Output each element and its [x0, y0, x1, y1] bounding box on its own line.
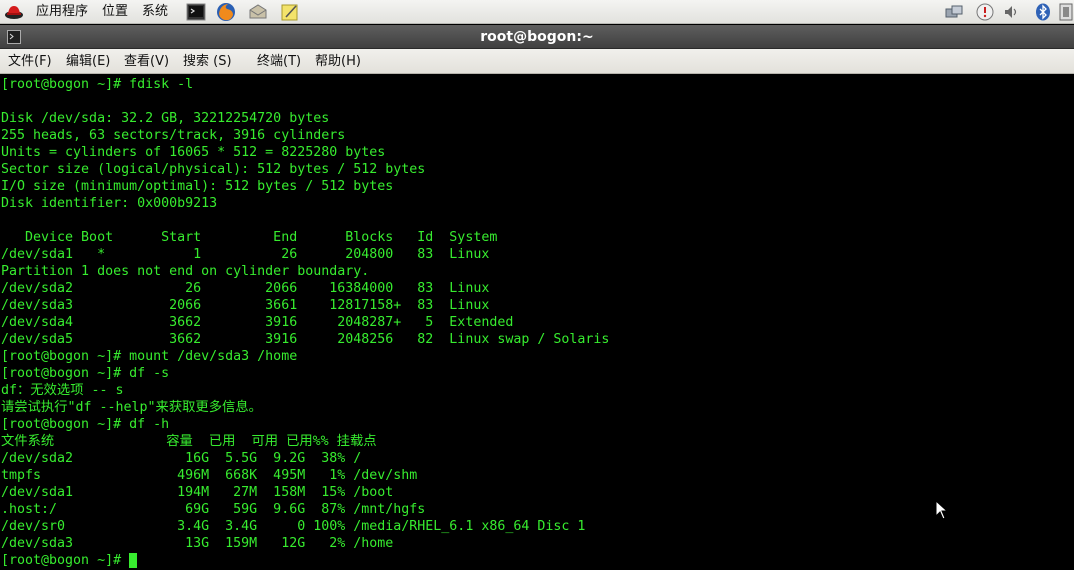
- mouse-pointer-icon: [935, 500, 949, 520]
- terminal-line: tmpfs 496M 668K 495M 1% /dev/shm: [1, 468, 418, 483]
- notes-icon[interactable]: [280, 2, 300, 22]
- terminal-output[interactable]: [root@bogon ~]# fdisk -l Disk /dev/sda: …: [0, 75, 1074, 570]
- window-title: root@bogon:~: [480, 29, 594, 45]
- terminal-line: Units = cylinders of 16065 * 512 = 82252…: [1, 145, 386, 160]
- menu-file[interactable]: 文件(F): [8, 49, 52, 74]
- window-titlebar[interactable]: root@bogon:~: [0, 25, 1074, 49]
- terminal-line: /dev/sda1 * 1 26 204800 83 Linux: [1, 247, 490, 262]
- terminal-line: /dev/sda1 194M 27M 158M 15% /boot: [1, 485, 394, 500]
- terminal-line: Disk identifier: 0x000b9213: [1, 196, 218, 211]
- system-menu[interactable]: 系统: [142, 0, 168, 24]
- mail-icon[interactable]: [248, 2, 268, 22]
- terminal-line: [root@bogon ~]# df -s: [1, 366, 170, 381]
- menubar: 文件(F) 编辑(E) 查看(V) 搜索 (S) 终端(T) 帮助(H): [0, 49, 1074, 74]
- terminal-line: Sector size (logical/physical): 512 byte…: [1, 162, 426, 177]
- terminal-line: 文件系统 容量 已用 可用 已用%% 挂载点: [1, 434, 377, 449]
- terminal-prompt-line: [root@bogon ~]#: [1, 553, 130, 568]
- terminal-line: /dev/sda2 16G 5.5G 9.2G 38% /: [1, 451, 362, 466]
- terminal-line: Partition 1 does not end on cylinder bou…: [1, 264, 370, 279]
- redhat-logo-icon[interactable]: [4, 2, 24, 22]
- volume-icon[interactable]: [1003, 3, 1021, 21]
- terminal-line: I/O size (minimum/optimal): 512 bytes / …: [1, 179, 394, 194]
- terminal-line: .host:/ 69G 59G 9.6G 87% /mnt/hgfs: [1, 502, 426, 517]
- terminal-line: [root@bogon ~]# df -h: [1, 417, 170, 432]
- terminal-line: 255 heads, 63 sectors/track, 3916 cylind…: [1, 128, 346, 143]
- terminal-cursor: [129, 553, 137, 568]
- terminal-line: Device Boot Start End Blocks Id System: [1, 230, 498, 245]
- places-menu[interactable]: 位置: [102, 0, 128, 24]
- bluetooth-icon[interactable]: [1034, 3, 1052, 21]
- terminal-line: [root@bogon ~]# mount /dev/sda3 /home: [1, 349, 298, 364]
- firefox-icon[interactable]: [216, 2, 236, 22]
- top-panel: 应用程序 位置 系统: [0, 0, 1074, 24]
- applications-menu[interactable]: 应用程序: [36, 0, 88, 24]
- terminal-icon[interactable]: [186, 2, 206, 22]
- terminal-line: /dev/sda3 2066 3661 12817158+ 83 Linux: [1, 298, 490, 313]
- menu-help[interactable]: 帮助(H): [315, 49, 361, 74]
- terminal-line: /dev/sr0 3.4G 3.4G 0 100% /media/RHEL_6.…: [1, 519, 586, 534]
- terminal-line: df：无效选项 -- s: [1, 383, 124, 398]
- menu-edit[interactable]: 编辑(E): [66, 49, 110, 74]
- menu-view[interactable]: 查看(V): [124, 49, 169, 74]
- terminal-line: 请尝试执行"df --help"来获取更多信息。: [1, 400, 262, 415]
- menu-terminal[interactable]: 终端(T): [257, 49, 301, 74]
- terminal-line: /dev/sda2 26 2066 16384000 83 Linux: [1, 281, 490, 296]
- update-icon[interactable]: [976, 3, 994, 21]
- terminal-line: /dev/sda3 13G 159M 12G 2% /home: [1, 536, 394, 551]
- menu-search[interactable]: 搜索 (S): [183, 49, 232, 74]
- terminal-line: /dev/sda5 3662 3916 2048256 82 Linux swa…: [1, 332, 610, 347]
- terminal-line: Disk /dev/sda: 32.2 GB, 32212254720 byte…: [1, 111, 330, 126]
- terminal-line: /dev/sda4 3662 3916 2048287+ 5 Extended: [1, 315, 514, 330]
- network-icon[interactable]: [945, 3, 963, 21]
- terminal-line: [root@bogon ~]# fdisk -l: [1, 77, 194, 92]
- power-icon[interactable]: [1057, 3, 1074, 21]
